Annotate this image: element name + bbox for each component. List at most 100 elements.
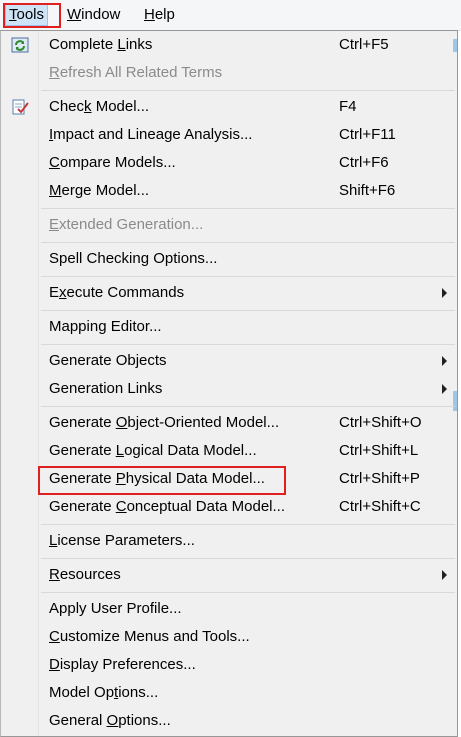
menu-item-label: Customize Menus and Tools... — [49, 627, 250, 647]
label-mnemonic: D — [49, 656, 60, 673]
label-mnemonic: E — [49, 216, 60, 233]
label-text: efresh All Related Terms — [59, 64, 223, 81]
menu-item-check-model[interactable]: Check Model... F4 — [1, 93, 456, 121]
label-text: Complete — [49, 36, 118, 53]
menu-item-spell-checking-options[interactable]: Spell Checking Options... — [1, 245, 456, 273]
menu-help[interactable]: Help — [141, 5, 178, 25]
submenu-arrow-icon — [442, 570, 447, 580]
menu-item-shortcut: F4 — [339, 98, 357, 115]
label-text: Chec — [49, 98, 85, 115]
menu-item-license-parameters[interactable]: License Parameters... — [1, 527, 456, 555]
menu-item-label: Generation Links — [49, 379, 162, 399]
menu-item-label: Generate Conceptual Data Model... — [49, 497, 285, 517]
menu-item-extended-generation: Extended Generation... — [1, 211, 456, 239]
menu-window[interactable]: Window — [64, 5, 123, 25]
menu-item-shortcut: Shift+F6 — [339, 182, 396, 199]
menu-item-label: License Parameters... — [49, 531, 195, 551]
menu-item-label: Apply User Profile... — [49, 599, 182, 619]
menu-separator — [41, 344, 455, 345]
menu-item-label: Compare Models... — [49, 153, 176, 173]
menu-tools[interactable]: Tools — [4, 4, 49, 26]
label-text: Generate Objects — [49, 352, 167, 369]
menu-item-impact-and-lineage-analysis[interactable]: Impact and Lineage Analysis... Ctrl+F11 — [1, 121, 456, 149]
menu-item-mapping-editor[interactable]: Mapping Editor... — [1, 313, 456, 341]
menu-separator — [41, 276, 455, 277]
menu-item-label: Model Options... — [49, 683, 158, 703]
check-model-icon — [10, 98, 30, 116]
menu-separator — [41, 242, 455, 243]
label-text: Mapping Editor... — [49, 318, 162, 335]
label-text: Generation Links — [49, 380, 163, 397]
menu-item-label: Execute Commands — [49, 283, 184, 303]
menu-item-label: Spell Checking Options... — [49, 249, 217, 269]
menu-item-label: Display Preferences... — [49, 655, 196, 675]
label-text: onceptual Data Model... — [126, 498, 285, 515]
label-text: Generate — [49, 470, 116, 487]
label-text: ecute Commands — [66, 284, 185, 301]
label-text: esources — [59, 566, 121, 583]
menu-item-resources[interactable]: Resources — [1, 561, 456, 589]
label-mnemonic: L — [115, 442, 125, 459]
menu-item-generate-objects[interactable]: Generate Objects — [1, 347, 456, 375]
menu-item-shortcut: Ctrl+F5 — [339, 36, 389, 53]
tools-dropdown-menu: Complete Links Ctrl+F5 Refresh All Related… — [0, 30, 458, 737]
label-text: Generate — [49, 442, 116, 459]
label-text: Apply User Profile... — [49, 600, 182, 617]
menu-separator — [41, 592, 455, 593]
submenu-arrow-icon — [442, 384, 447, 394]
label-mnemonic: M — [49, 182, 62, 199]
menu-separator — [41, 406, 455, 407]
label-text: E — [49, 284, 60, 301]
label-mnemonic: L — [117, 36, 126, 53]
menu-help-mnemonic: H — [144, 6, 155, 23]
label-mnemonic: C — [49, 154, 60, 171]
label-mnemonic: R — [49, 566, 60, 583]
menu-item-apply-user-profile[interactable]: Apply User Profile... — [1, 595, 456, 623]
label-mnemonic: O — [106, 712, 119, 729]
menu-item-display-preferences[interactable]: Display Preferences... — [1, 651, 456, 679]
label-mnemonic: P — [115, 470, 126, 487]
label-text: ompare Models... — [59, 154, 176, 171]
label-text: hysical Data Model... — [125, 470, 265, 487]
label-text: Model... — [91, 98, 150, 115]
menu-item-label: Merge Model... — [49, 181, 149, 201]
menu-item-execute-commands[interactable]: Execute Commands — [1, 279, 456, 307]
label-mnemonic: k — [84, 98, 92, 115]
label-mnemonic: x — [59, 284, 67, 301]
menu-separator — [41, 558, 455, 559]
menu-item-complete-links[interactable]: Complete Links Ctrl+F5 — [1, 31, 456, 59]
label-text: Model Op — [49, 684, 115, 701]
menu-item-label: Check Model... — [49, 97, 149, 117]
menu-item-label: Generate Physical Data Model... — [49, 469, 265, 489]
menu-item-generate-logical-data-model[interactable]: Generate Logical Data Model... Ctrl+Shift… — [1, 437, 456, 465]
menu-item-label: Resources — [49, 565, 121, 585]
menu-item-generate-object-oriented-model[interactable]: Generate Object-Oriented Model... Ctrl+Sh… — [1, 409, 456, 437]
menu-item-label: Refresh All Related Terms — [49, 63, 222, 83]
submenu-arrow-icon — [442, 288, 447, 298]
menu-item-label: Mapping Editor... — [49, 317, 162, 337]
label-text: isplay Preferences... — [59, 656, 196, 673]
menu-item-generation-links[interactable]: Generation Links — [1, 375, 456, 403]
label-mnemonic: R — [49, 64, 60, 81]
menu-item-shortcut: Ctrl+Shift+L — [339, 442, 419, 459]
menu-item-general-options[interactable]: General Options... — [1, 707, 456, 735]
submenu-arrow-icon — [442, 356, 447, 366]
menu-item-merge-model[interactable]: Merge Model... Shift+F6 — [1, 177, 456, 205]
menu-tools-post: ools — [16, 6, 45, 23]
label-text: erge Model... — [61, 182, 150, 199]
menu-tools-mnemonic: T — [9, 6, 17, 23]
label-text: Generate — [49, 498, 116, 515]
menu-item-generate-physical-data-model[interactable]: Generate Physical Data Model... Ctrl+Shif… — [1, 465, 456, 493]
menu-item-label: Generate Objects — [49, 351, 167, 371]
menu-item-compare-models[interactable]: Compare Models... Ctrl+F6 — [1, 149, 456, 177]
menu-item-label: Complete Links — [49, 35, 152, 55]
menu-item-generate-conceptual-data-model[interactable]: Generate Conceptual Data Model... Ctrl+Sh… — [1, 493, 456, 521]
menu-item-customize-menus-and-tools[interactable]: Customize Menus and Tools... — [1, 623, 456, 651]
menu-item-label: Impact and Lineage Analysis... — [49, 125, 252, 145]
menu-item-model-options[interactable]: Model Options... — [1, 679, 456, 707]
menu-item-label: Extended Generation... — [49, 215, 203, 235]
menu-item-shortcut: Ctrl+F11 — [339, 126, 396, 143]
menu-help-post: elp — [154, 6, 175, 23]
label-text: Spell Checking Options... — [49, 250, 218, 267]
label-mnemonic: C — [115, 498, 127, 515]
